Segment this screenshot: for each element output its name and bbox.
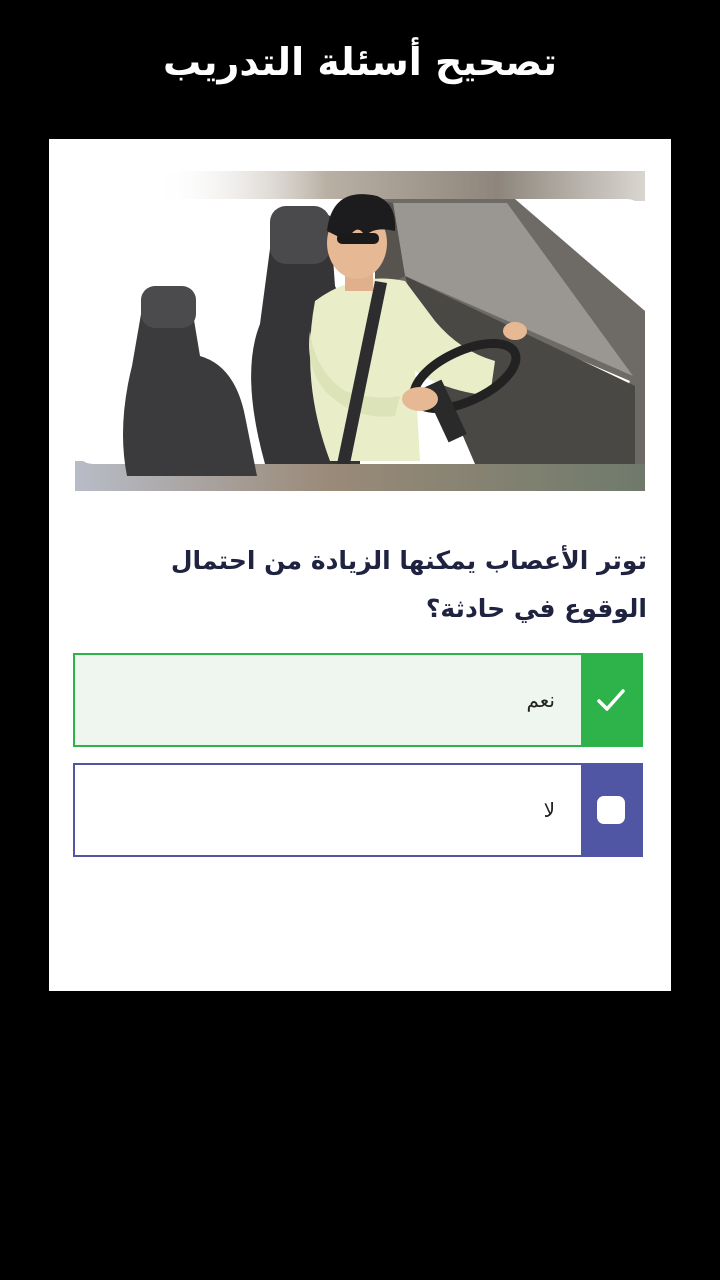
driver-illustration	[75, 171, 645, 491]
answer-label: نعم	[526, 688, 555, 712]
answer-option-no[interactable]: لا	[73, 763, 643, 857]
page-title: تصحيح أسئلة التدريب	[162, 40, 558, 84]
answer-option-yes[interactable]: نعم	[73, 653, 643, 747]
check-icon	[597, 689, 625, 711]
question-card: توتر الأعصاب يمكنها الزيادة من احتمال ال…	[49, 139, 671, 991]
answer-label: لا	[543, 798, 555, 822]
correct-indicator	[581, 655, 641, 745]
checkbox-container	[581, 765, 641, 855]
checkbox-icon[interactable]	[597, 796, 625, 824]
question-text: توتر الأعصاب يمكنها الزيادة من احتمال ال…	[170, 546, 647, 623]
